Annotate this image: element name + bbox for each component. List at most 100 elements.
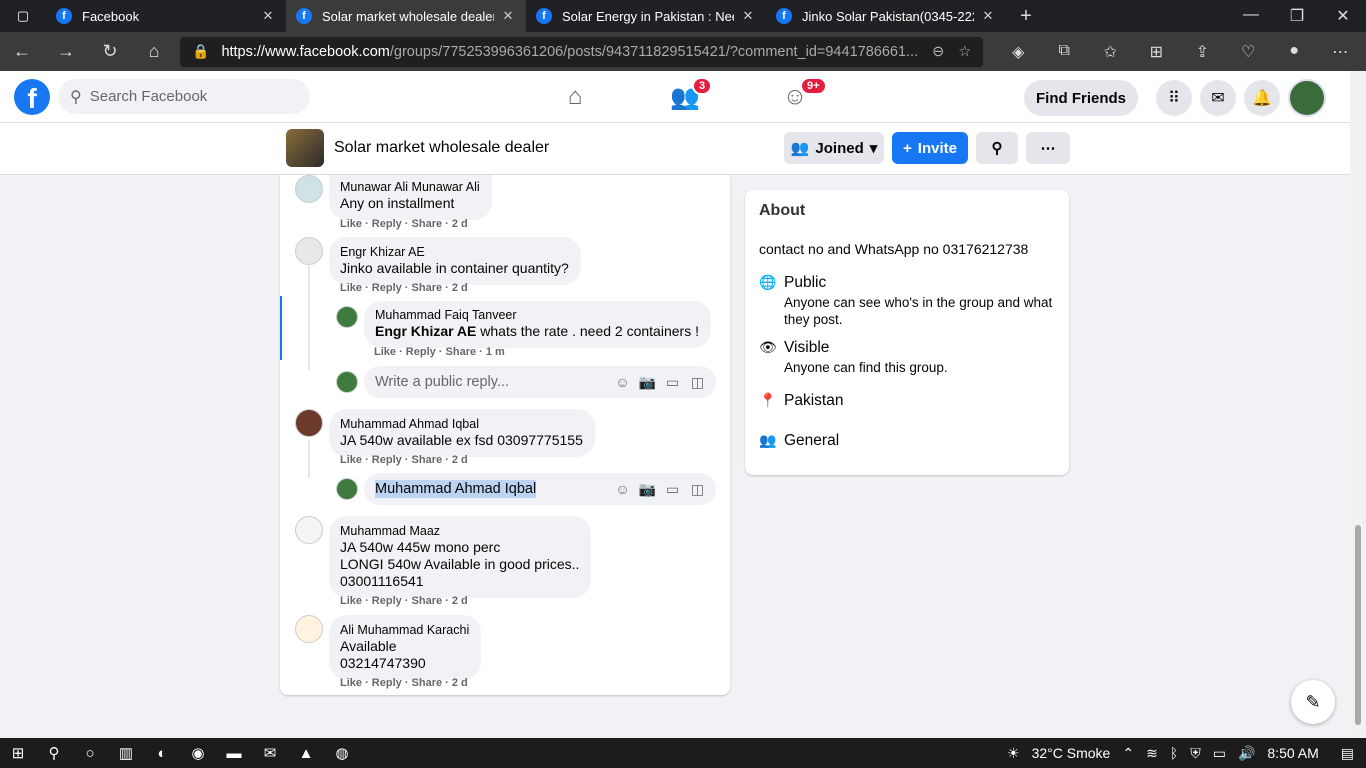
collections-icon[interactable]: ⊞ <box>1133 42 1179 62</box>
tab-facebook[interactable]: f Facebook ✕ <box>46 0 286 32</box>
group-search-button[interactable]: ⚲ <box>976 132 1018 164</box>
volume-icon[interactable]: 🔊 <box>1238 745 1255 762</box>
app-icon[interactable]: ◍ <box>324 744 360 762</box>
avatar[interactable] <box>295 516 323 544</box>
sticker-icon[interactable]: ◫ <box>685 374 710 391</box>
task-view-icon[interactable]: ▥ <box>108 744 144 762</box>
weather-icon[interactable]: ☀ <box>1007 745 1020 762</box>
reply-input[interactable]: Muhammad Ahmad Iqbal ☺ 📷 ▭ ◫ <box>364 473 716 505</box>
comment-author[interactable]: Engr Khizar AE <box>340 244 569 260</box>
comment-author[interactable]: Muhammad Ahmad Iqbal <box>340 416 583 432</box>
page-scrollbar[interactable] <box>1350 71 1366 736</box>
avatar[interactable] <box>295 409 323 437</box>
comment-author[interactable]: Ali Muhammad Karachi <box>340 622 469 638</box>
invite-button[interactable]: + Invite <box>892 132 968 164</box>
close-tab-icon[interactable]: ✕ <box>500 8 516 24</box>
groups-nav-icon[interactable]: ☺ 9+ <box>740 71 850 123</box>
favorite-star-icon[interactable]: ☆ <box>958 44 971 60</box>
joined-button[interactable]: 👥 Joined ▾ <box>784 132 884 164</box>
gif-icon[interactable]: ▭ <box>660 481 685 498</box>
avatar[interactable] <box>295 175 323 203</box>
reply-input[interactable]: Write a public reply... ☺ 📷 ▭ ◫ <box>364 366 716 398</box>
avatar[interactable] <box>295 237 323 265</box>
new-tab-button[interactable]: + <box>1006 5 1046 28</box>
comment-actions[interactable]: Like · Reply · Share · 2 d <box>340 595 468 607</box>
windows-start-icon[interactable]: ⊞ <box>0 744 36 762</box>
battery-icon[interactable]: ▭ <box>1213 745 1226 762</box>
tab-actions-icon[interactable]: ▢ <box>0 0 46 32</box>
comment-author[interactable]: Munawar Ali Munawar Ali <box>340 179 480 195</box>
search-input[interactable]: ⚲ Search Facebook <box>58 79 310 114</box>
search-icon[interactable]: ⚲ <box>36 744 72 762</box>
messenger-icon[interactable]: ✉ <box>1200 80 1236 116</box>
close-tab-icon[interactable]: ✕ <box>980 8 996 24</box>
facebook-logo-icon[interactable]: f <box>14 79 50 115</box>
scrollbar-thumb[interactable] <box>1355 525 1361 725</box>
focused-reply-indicator <box>280 296 282 360</box>
forward-icon[interactable]: → <box>44 41 88 62</box>
new-message-button[interactable]: ✎ <box>1291 680 1335 724</box>
extension-icon[interactable]: ◈ <box>995 42 1041 62</box>
bluetooth-icon[interactable]: ᛒ <box>1170 745 1178 761</box>
comment-actions[interactable]: Like · Reply · Share · 2 d <box>340 677 468 689</box>
comment-actions[interactable]: Like · Reply · Share · 2 d <box>340 282 468 294</box>
comment-actions[interactable]: Like · Reply · Share · 2 d <box>340 218 468 230</box>
facebook-favicon-icon: f <box>536 8 552 24</box>
share-icon[interactable]: ⇪ <box>1179 42 1225 62</box>
camera-icon[interactable]: 📷 <box>635 374 660 391</box>
group-name[interactable]: Solar market wholesale dealer <box>334 139 549 157</box>
group-thumbnail[interactable] <box>286 129 324 167</box>
tab-jinko-solar[interactable]: f Jinko Solar Pakistan(0345-22232 ✕ <box>766 0 1006 32</box>
favorites-icon[interactable]: ✩ <box>1087 42 1133 62</box>
security-icon[interactable]: ⛨ <box>1190 745 1201 762</box>
performance-icon[interactable]: ♡ <box>1225 42 1271 62</box>
comment-author[interactable]: Muhammad Faiq Tanveer <box>375 307 699 323</box>
tab-solar-market[interactable]: f Solar market wholesale dealer : M ✕ <box>286 0 526 32</box>
home-nav-icon[interactable]: ⌂ <box>520 71 630 123</box>
url-field[interactable]: 🔒 https://www.facebook.com /groups/77525… <box>180 36 984 67</box>
notification-center-icon[interactable]: ▤ <box>1341 745 1354 762</box>
gif-icon[interactable]: ▭ <box>660 374 685 391</box>
friends-nav-icon[interactable]: 👥 3 <box>630 71 740 123</box>
sticker-icon[interactable]: ◫ <box>685 481 710 498</box>
lock-icon[interactable]: 🔒 <box>192 43 209 60</box>
home-icon[interactable]: ⌂ <box>132 41 176 62</box>
find-friends-button[interactable]: Find Friends <box>1024 80 1138 116</box>
zoom-icon[interactable]: ⊖ <box>932 44 944 60</box>
close-tab-icon[interactable]: ✕ <box>260 8 276 24</box>
notifications-bell-icon[interactable]: 🔔 <box>1244 80 1280 116</box>
restore-icon[interactable]: ❐ <box>1274 6 1320 26</box>
close-window-icon[interactable]: ✕ <box>1320 6 1366 26</box>
mail-icon[interactable]: ✉ <box>252 744 288 762</box>
clock[interactable]: 8:50 AM <box>1267 745 1318 761</box>
profile-icon[interactable]: ● <box>1271 42 1317 62</box>
tab-solar-energy[interactable]: f Solar Energy in Pakistan : Need 5 ✕ <box>526 0 766 32</box>
comment-author[interactable]: Muhammad Maaz <box>340 523 579 539</box>
back-icon[interactable]: ← <box>0 41 44 62</box>
file-explorer-icon[interactable]: ▬ <box>216 745 252 762</box>
emoji-icon[interactable]: ☺ <box>610 481 635 498</box>
chrome-icon[interactable]: ◉ <box>180 744 216 762</box>
extensions-puzzle-icon[interactable]: ⧉ <box>1041 42 1087 62</box>
hidden-icons-chevron-icon[interactable]: ⌃ <box>1122 745 1134 762</box>
edge-browser-icon[interactable]: ◐ <box>144 745 180 762</box>
minimize-icon[interactable]: — <box>1228 6 1274 26</box>
selected-mention-text[interactable]: Muhammad Ahmad Iqbal <box>375 480 537 498</box>
android-icon[interactable]: ▲ <box>288 745 324 762</box>
network-icon[interactable]: ≋ <box>1146 745 1158 762</box>
more-options-button[interactable]: ⋯ <box>1026 132 1070 164</box>
menu-grid-icon[interactable]: ⠿ <box>1156 80 1192 116</box>
comment-actions[interactable]: Like · Reply · Share · 1 m <box>374 346 505 358</box>
camera-icon[interactable]: 📷 <box>635 481 660 498</box>
avatar[interactable] <box>295 615 323 643</box>
account-avatar[interactable] <box>1288 79 1326 117</box>
avatar[interactable] <box>336 306 358 328</box>
mention-link[interactable]: Engr Khizar AE <box>375 323 476 339</box>
comment-actions[interactable]: Like · Reply · Share · 2 d <box>340 454 468 466</box>
emoji-icon[interactable]: ☺ <box>610 374 635 391</box>
settings-more-icon[interactable]: ⋯ <box>1317 42 1363 62</box>
refresh-icon[interactable]: ↻ <box>88 41 132 62</box>
weather-text[interactable]: 32°C Smoke <box>1032 745 1111 761</box>
cortana-icon[interactable]: ○ <box>72 745 108 762</box>
close-tab-icon[interactable]: ✕ <box>740 8 756 24</box>
